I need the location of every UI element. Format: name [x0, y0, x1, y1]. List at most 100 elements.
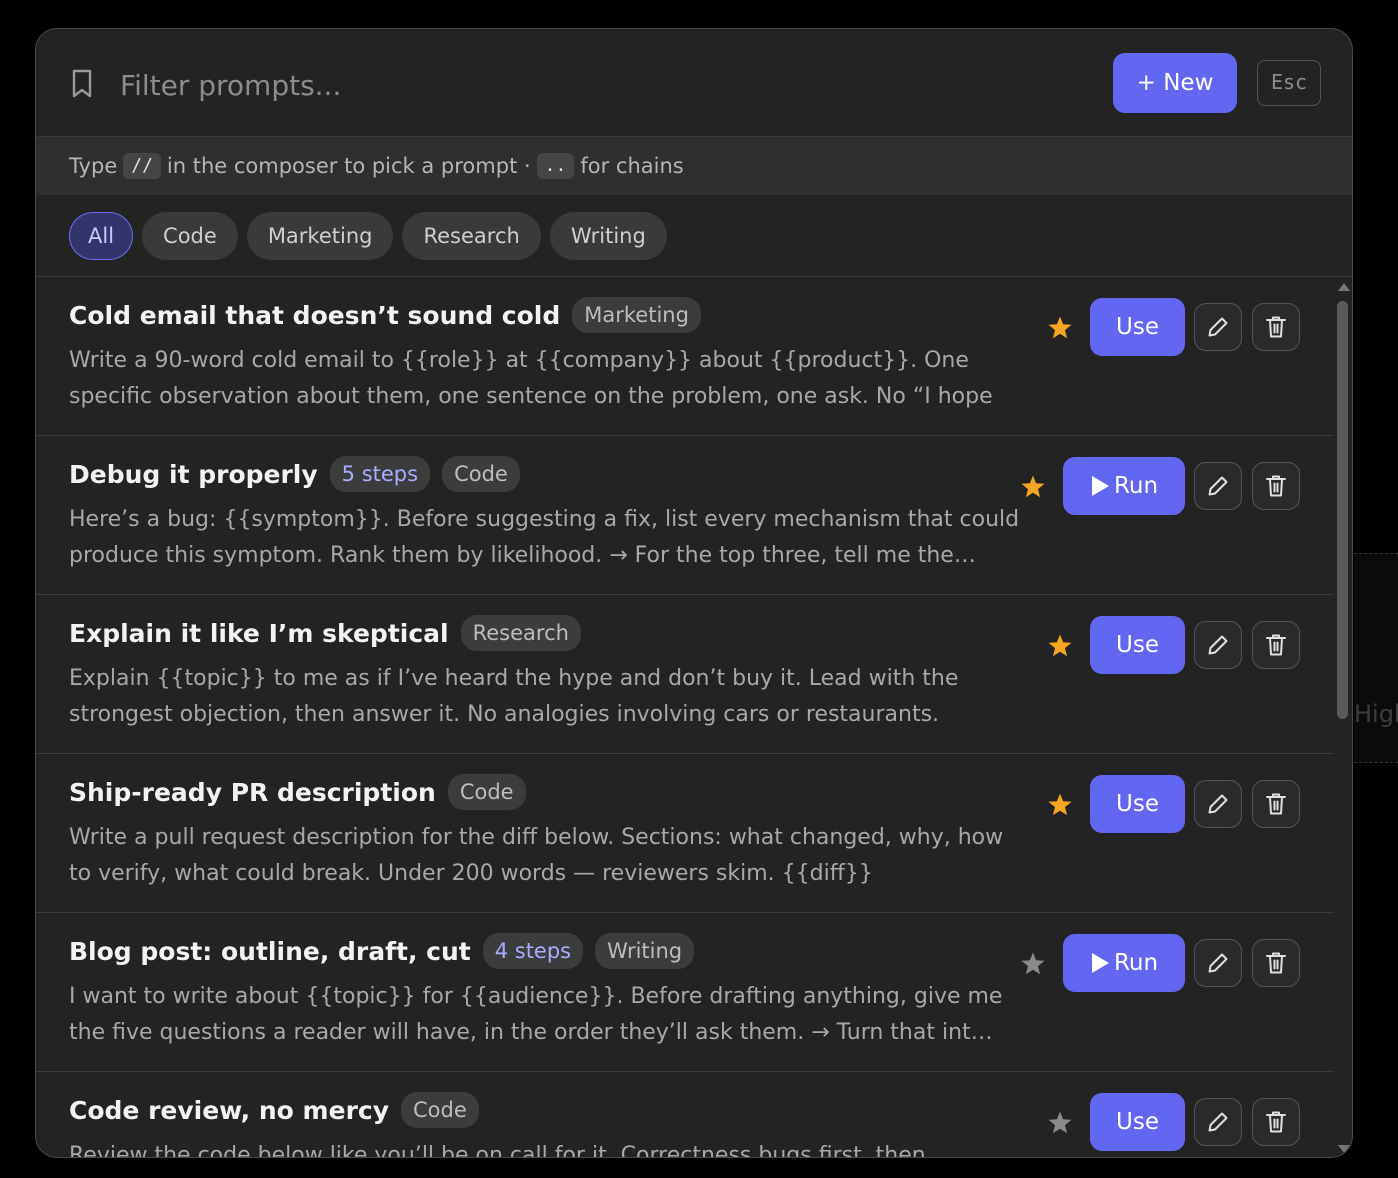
- prompt-library-panel: + New Esc Type // in the composer to pic…: [35, 28, 1353, 1158]
- prompt-row[interactable]: Ship-ready PR description Code Write a pul…: [36, 754, 1334, 913]
- prompt-list[interactable]: Cold email that doesn’t sound cold Market…: [36, 277, 1352, 1158]
- category-filter-bar: All Code Marketing Research Writing: [36, 195, 1352, 277]
- new-prompt-button[interactable]: + New: [1113, 53, 1237, 113]
- hint-key-slash: //: [123, 153, 161, 179]
- edit-button[interactable]: [1194, 939, 1242, 987]
- steps-badge: 5 steps: [329, 456, 431, 492]
- steps-badge: 4 steps: [482, 933, 584, 969]
- prompt-title-line: Ship-ready PR description Code: [69, 774, 526, 810]
- edit-button[interactable]: [1194, 621, 1242, 669]
- pencil-icon: [1208, 476, 1228, 496]
- esc-close-button[interactable]: Esc: [1257, 60, 1321, 106]
- filter-chip-research[interactable]: Research: [402, 211, 541, 260]
- use-label: Use: [1116, 314, 1159, 340]
- delete-button[interactable]: [1252, 621, 1300, 669]
- filter-chip-writing[interactable]: Writing: [549, 211, 667, 260]
- use-label: Use: [1116, 791, 1159, 817]
- edit-button[interactable]: [1194, 780, 1242, 828]
- trash-icon: [1266, 793, 1286, 815]
- search-bar: + New Esc: [36, 29, 1352, 137]
- scroll-down-arrow[interactable]: [1338, 1145, 1350, 1153]
- use-button[interactable]: Use: [1090, 298, 1185, 356]
- prompt-title-line: Debug it properly 5 steps Code: [69, 456, 520, 492]
- prompt-title: Blog post: outline, draft, cut: [69, 936, 471, 966]
- use-label: Use: [1116, 1109, 1159, 1135]
- delete-button[interactable]: [1252, 780, 1300, 828]
- play-icon: [1091, 476, 1109, 496]
- use-button[interactable]: Use: [1090, 775, 1185, 833]
- edit-button[interactable]: [1194, 462, 1242, 510]
- scrollbar-thumb[interactable]: [1337, 301, 1348, 719]
- prompt-title: Explain it like I’m skeptical: [69, 618, 449, 648]
- trash-icon: [1266, 952, 1286, 974]
- prompt-body: I want to write about {{topic}} for {{au…: [69, 984, 1003, 1045]
- star-filled-icon[interactable]: [1047, 315, 1073, 341]
- star-filled-icon[interactable]: [1047, 792, 1073, 818]
- delete-button[interactable]: [1252, 939, 1300, 987]
- trash-icon: [1266, 1111, 1286, 1133]
- hint-key-dots: ..: [536, 153, 575, 179]
- background-window-peek: High: [1354, 553, 1398, 763]
- scroll-up-arrow[interactable]: [1338, 283, 1350, 291]
- category-tag: Code: [447, 774, 526, 810]
- category-tag: Writing: [595, 933, 695, 969]
- use-button[interactable]: Use: [1090, 1093, 1185, 1151]
- edit-button[interactable]: [1194, 1098, 1242, 1146]
- hint-text: Type: [69, 154, 118, 178]
- run-button[interactable]: Run: [1063, 457, 1185, 515]
- prompt-body: Review the code below like you’ll be on …: [69, 1143, 926, 1158]
- prompt-title: Cold email that doesn’t sound cold: [69, 300, 561, 330]
- prompt-title-line: Code review, no mercy Code: [69, 1092, 479, 1128]
- star-filled-icon[interactable]: [1020, 474, 1046, 500]
- bookmark-icon: [72, 69, 92, 98]
- scrollbar[interactable]: [1336, 277, 1352, 1157]
- use-button[interactable]: Use: [1090, 616, 1185, 674]
- prompt-body: Here’s a bug: {{symptom}}. Before sugges…: [69, 507, 1020, 568]
- filter-chip-marketing[interactable]: Marketing: [246, 211, 394, 260]
- prompt-row[interactable]: Cold email that doesn’t sound cold Market…: [36, 277, 1334, 436]
- prompt-row[interactable]: Debug it properly 5 steps Code Here’s a bug…: [36, 436, 1334, 595]
- prompt-title: Debug it properly: [69, 459, 318, 489]
- prompt-row[interactable]: Code review, no mercy Code Review the code…: [36, 1072, 1334, 1158]
- prompt-title-line: Cold email that doesn’t sound cold Market…: [69, 297, 701, 333]
- run-label: Run: [1113, 950, 1159, 976]
- trash-icon: [1266, 634, 1286, 656]
- pencil-icon: [1208, 1112, 1228, 1132]
- prompt-title-line: Explain it like I’m skeptical Research: [69, 615, 581, 651]
- pencil-icon: [1208, 317, 1228, 337]
- trash-icon: [1266, 475, 1286, 497]
- delete-button[interactable]: [1252, 1098, 1300, 1146]
- delete-button[interactable]: [1252, 303, 1300, 351]
- category-tag: Marketing: [572, 297, 701, 333]
- hint-text: in the composer to pick a prompt ·: [166, 154, 531, 178]
- prompt-title-line: Blog post: outline, draft, cut 4 steps Wri…: [69, 933, 695, 969]
- pencil-icon: [1208, 953, 1228, 973]
- run-label: Run: [1113, 473, 1159, 499]
- prompt-row[interactable]: Explain it like I’m skeptical Research Exp…: [36, 595, 1334, 754]
- prompt-title: Code review, no mercy: [69, 1095, 390, 1125]
- star-filled-icon[interactable]: [1047, 633, 1073, 659]
- pencil-icon: [1208, 794, 1228, 814]
- prompt-body: Write a 90-word cold email to {{role}} a…: [69, 348, 993, 409]
- prompt-title: Ship-ready PR description: [69, 777, 436, 807]
- play-icon: [1091, 953, 1109, 973]
- filter-chip-all[interactable]: All: [69, 211, 134, 260]
- prompt-row[interactable]: Blog post: outline, draft, cut 4 steps Wri…: [36, 913, 1334, 1072]
- category-tag: Research: [460, 615, 581, 651]
- edit-button[interactable]: [1194, 303, 1242, 351]
- filter-chip-code[interactable]: Code: [142, 211, 238, 260]
- use-label: Use: [1116, 632, 1159, 658]
- trash-icon: [1266, 316, 1286, 338]
- pencil-icon: [1208, 635, 1228, 655]
- prompt-body: Write a pull request description for the…: [69, 825, 1004, 886]
- delete-button[interactable]: [1252, 462, 1300, 510]
- prompt-body: Explain {{topic}} to me as if I’ve heard…: [69, 666, 959, 727]
- star-icon[interactable]: [1020, 951, 1046, 977]
- hint-bar: Type // in the composer to pick a prompt…: [36, 137, 1352, 195]
- run-button[interactable]: Run: [1063, 934, 1185, 992]
- category-tag: Code: [442, 456, 520, 492]
- hint-text: for chains: [580, 154, 684, 178]
- star-icon[interactable]: [1047, 1110, 1073, 1136]
- search-input[interactable]: [118, 59, 1022, 111]
- category-tag: Code: [401, 1092, 479, 1128]
